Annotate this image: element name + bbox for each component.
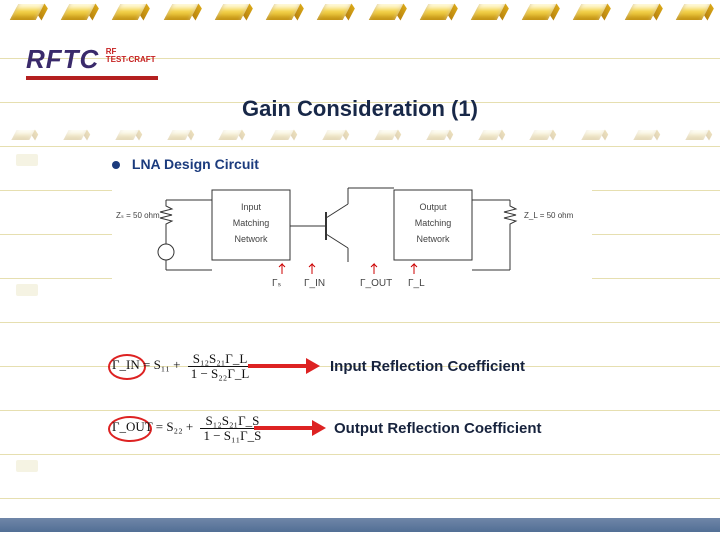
section-heading: LNA Design Circuit — [112, 156, 259, 172]
arrow-icon — [248, 358, 320, 374]
svg-text:Γₛ: Γₛ — [272, 278, 282, 289]
page-title: Gain Consideration (1) — [0, 96, 720, 122]
svg-text:Output: Output — [419, 202, 447, 212]
svg-text:Network: Network — [416, 234, 450, 244]
zs-label: Zₛ = 50 ohm — [116, 211, 160, 220]
label-output-reflection: Output Reflection Coefficient — [334, 420, 542, 437]
eq-out-lhs: Γ_OUT — [112, 419, 153, 434]
equation-gamma-out: Γ_OUT = S₂₂ + S₁₂S₂₁Γ_S 1 − S₁₁Γ_S — [112, 414, 264, 442]
eq-in-den: 1 − S₂₂Γ_L — [188, 367, 253, 381]
svg-text:Input: Input — [241, 202, 262, 212]
slide-bullet — [16, 460, 38, 472]
circuit-figure: Zₛ = 50 ohm Input Matching Network Outpu… — [112, 182, 592, 296]
logo: RFTC RFTEST-CRAFT — [26, 44, 156, 75]
eq-in-lead: = S₁₁ + — [143, 357, 184, 372]
svg-text:Z_L = 50 ohm: Z_L = 50 ohm — [524, 211, 574, 220]
decor-goldbars-top — [0, 4, 720, 20]
svg-text:Network: Network — [234, 234, 268, 244]
logo-tagline: RFTEST-CRAFT — [106, 48, 156, 65]
svg-text:Γ_L: Γ_L — [408, 278, 425, 289]
svg-text:Matching: Matching — [233, 218, 270, 228]
svg-text:Γ_OUT: Γ_OUT — [360, 278, 392, 289]
section-heading-text: LNA Design Circuit — [132, 156, 259, 172]
footer-bar — [0, 518, 720, 532]
equation-gamma-in: Γ_IN = S₁₁ + S₁₂S₂₁Γ_L 1 − S₂₂Γ_L — [112, 352, 252, 380]
logo-text: RFTC — [26, 44, 99, 75]
eq-out-lead: = S₂₂ + — [156, 419, 197, 434]
label-input-reflection: Input Reflection Coefficient — [330, 358, 525, 375]
eq-in-num: S₁₂S₂₁Γ_L — [188, 352, 253, 367]
bullet-icon — [112, 161, 120, 169]
decor-goldbars-mid — [0, 130, 720, 140]
slide-bullet — [16, 284, 38, 296]
arrow-icon — [254, 420, 326, 436]
slide-bullet — [16, 154, 38, 166]
svg-text:Γ_IN: Γ_IN — [304, 278, 325, 289]
logo-underline — [26, 76, 158, 80]
eq-in-lhs: Γ_IN — [112, 357, 140, 372]
svg-text:Matching: Matching — [415, 218, 452, 228]
